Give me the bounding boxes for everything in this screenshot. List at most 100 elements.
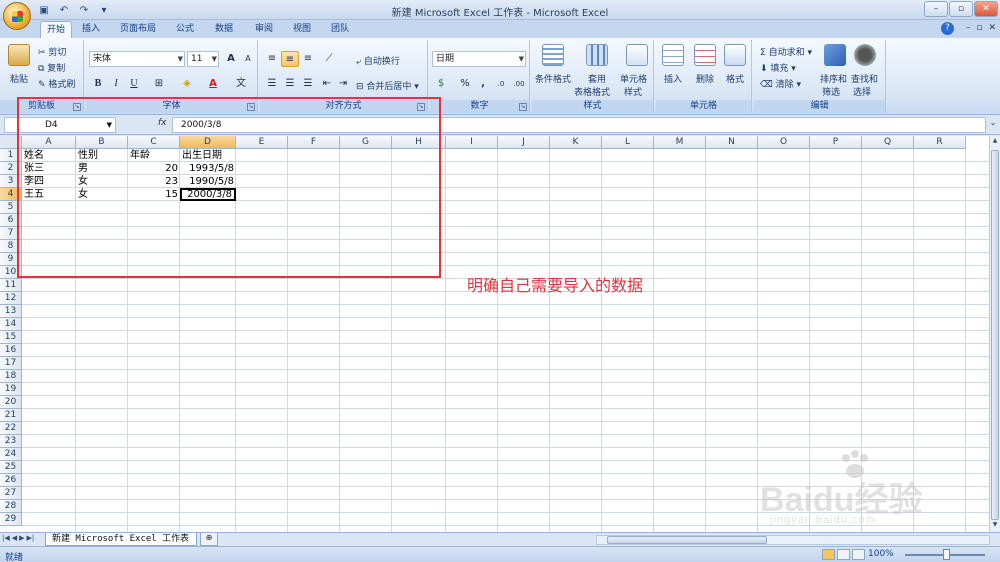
- row-header-24[interactable]: 24: [0, 448, 22, 461]
- table-format-icon[interactable]: [586, 44, 608, 66]
- tab-insert[interactable]: 插入: [76, 21, 106, 38]
- row-header-22[interactable]: 22: [0, 422, 22, 435]
- comma-button[interactable]: ,: [474, 76, 492, 92]
- scroll-down-icon[interactable]: ▼: [991, 521, 999, 531]
- page-layout-view-icon[interactable]: [837, 549, 850, 560]
- fill-color-icon[interactable]: ◈: [178, 76, 196, 92]
- row-header-25[interactable]: 25: [0, 461, 22, 474]
- orientation-icon[interactable]: ⟋: [320, 51, 338, 67]
- column-header-J[interactable]: J: [498, 136, 550, 149]
- number-dialog-icon[interactable]: ↘: [519, 103, 527, 111]
- column-header-N[interactable]: N: [706, 136, 758, 149]
- row-header-21[interactable]: 21: [0, 409, 22, 422]
- align-left-icon[interactable]: ☰: [263, 76, 281, 92]
- decrease-decimal-button[interactable]: .00: [510, 76, 528, 92]
- row-header-28[interactable]: 28: [0, 500, 22, 513]
- find-select-icon[interactable]: [854, 44, 876, 66]
- conditional-format-button[interactable]: 条件格式: [535, 72, 571, 85]
- currency-icon[interactable]: $: [432, 76, 450, 92]
- office-button[interactable]: [3, 2, 31, 30]
- column-header-M[interactable]: M: [654, 136, 706, 149]
- minimize-button[interactable]: –: [924, 1, 948, 17]
- cell-styles-label-1[interactable]: 单元格: [620, 72, 647, 85]
- borders-icon[interactable]: ⊞: [150, 76, 168, 92]
- format-painter-button[interactable]: ✎ 格式刷: [38, 77, 75, 90]
- close-workbook-icon[interactable]: ✕: [988, 23, 996, 33]
- row-header-13[interactable]: 13: [0, 305, 22, 318]
- first-sheet-icon[interactable]: |◀: [2, 534, 10, 542]
- find-select-label-2[interactable]: 选择: [853, 85, 871, 98]
- insert-sheet-icon[interactable]: ⊕: [200, 533, 218, 546]
- table-format-label-1[interactable]: 套用: [588, 72, 606, 85]
- paste-icon[interactable]: [8, 44, 30, 66]
- delete-cells-icon[interactable]: [694, 44, 716, 66]
- number-format-select[interactable]: 日期 ▼: [432, 51, 526, 67]
- vertical-scrollbar[interactable]: ▲ ▼: [989, 136, 1000, 532]
- maximize-button[interactable]: ▫: [949, 1, 973, 17]
- autosum-button[interactable]: Σ 自动求和 ▾: [760, 45, 812, 58]
- page-break-view-icon[interactable]: [852, 549, 865, 560]
- tab-home[interactable]: 开始: [40, 21, 72, 38]
- wrap-text-button[interactable]: ⤶ 自动换行: [356, 54, 400, 67]
- tab-team[interactable]: 团队: [324, 21, 356, 38]
- percent-button[interactable]: %: [456, 76, 474, 92]
- row-header-17[interactable]: 17: [0, 357, 22, 370]
- grow-font-button[interactable]: A: [222, 51, 240, 67]
- align-center-icon[interactable]: ☰: [281, 76, 299, 92]
- clear-button[interactable]: ⌫ 清除 ▾: [760, 77, 801, 90]
- horizontal-scroll-thumb[interactable]: [607, 536, 767, 544]
- row-header-12[interactable]: 12: [0, 292, 22, 305]
- prev-sheet-icon[interactable]: ◀: [12, 534, 17, 542]
- format-cells-button[interactable]: 格式: [726, 72, 744, 85]
- merge-center-button[interactable]: ⊟ 合并后居中 ▾: [356, 79, 419, 92]
- zoom-level[interactable]: 100%: [868, 549, 894, 559]
- row-header-19[interactable]: 19: [0, 383, 22, 396]
- normal-view-icon[interactable]: [822, 549, 835, 560]
- align-middle-icon[interactable]: ≡: [281, 51, 299, 67]
- column-header-Q[interactable]: Q: [862, 136, 914, 149]
- vertical-scroll-thumb[interactable]: [991, 150, 999, 520]
- row-header-29[interactable]: 29: [0, 513, 22, 526]
- horizontal-scrollbar[interactable]: [596, 535, 990, 545]
- column-header-O[interactable]: O: [758, 136, 810, 149]
- tab-view[interactable]: 视图: [286, 21, 318, 38]
- sort-filter-icon[interactable]: [824, 44, 846, 66]
- row-header-18[interactable]: 18: [0, 370, 22, 383]
- column-header-K[interactable]: K: [550, 136, 602, 149]
- copy-button[interactable]: ⧉ 复制: [38, 61, 65, 74]
- table-format-label-2[interactable]: 表格格式: [574, 85, 610, 98]
- next-sheet-icon[interactable]: ▶: [19, 534, 24, 542]
- phonetic-icon[interactable]: 文: [232, 76, 250, 92]
- tab-formulas[interactable]: 公式: [170, 21, 200, 38]
- row-header-26[interactable]: 26: [0, 474, 22, 487]
- cut-button[interactable]: ✂ 剪切: [38, 45, 66, 58]
- delete-cells-button[interactable]: 删除: [696, 72, 714, 85]
- font-name-select[interactable]: 宋体 ▼: [89, 51, 185, 67]
- cell-styles-label-2[interactable]: 样式: [624, 85, 642, 98]
- help-icon[interactable]: ?: [941, 22, 954, 35]
- last-sheet-icon[interactable]: ▶|: [27, 534, 35, 542]
- italic-button[interactable]: I: [107, 76, 125, 92]
- minimize-workbook-icon[interactable]: –: [966, 23, 971, 33]
- format-cells-icon[interactable]: [724, 44, 746, 66]
- column-header-I[interactable]: I: [446, 136, 498, 149]
- increase-decimal-button[interactable]: .0: [492, 76, 510, 92]
- row-header-16[interactable]: 16: [0, 344, 22, 357]
- expand-formula-icon[interactable]: ⌄: [987, 118, 999, 132]
- close-button[interactable]: ✕: [974, 1, 998, 17]
- row-header-20[interactable]: 20: [0, 396, 22, 409]
- column-header-P[interactable]: P: [810, 136, 862, 149]
- fill-button[interactable]: ⬇ 填充 ▾: [760, 61, 796, 74]
- find-select-label-1[interactable]: 查找和: [851, 72, 878, 85]
- sort-filter-label-2[interactable]: 筛选: [822, 85, 840, 98]
- paste-button[interactable]: 粘贴: [10, 72, 28, 85]
- align-top-icon[interactable]: ≡: [263, 51, 281, 67]
- font-size-select[interactable]: 11 ▼: [187, 51, 219, 67]
- sort-filter-label-1[interactable]: 排序和: [820, 72, 847, 85]
- row-header-14[interactable]: 14: [0, 318, 22, 331]
- align-bottom-icon[interactable]: ≡: [299, 51, 317, 67]
- font-color-button[interactable]: A: [204, 76, 222, 92]
- row-header-11[interactable]: 11: [0, 279, 22, 292]
- row-header-27[interactable]: 27: [0, 487, 22, 500]
- align-right-icon[interactable]: ☰: [299, 76, 317, 92]
